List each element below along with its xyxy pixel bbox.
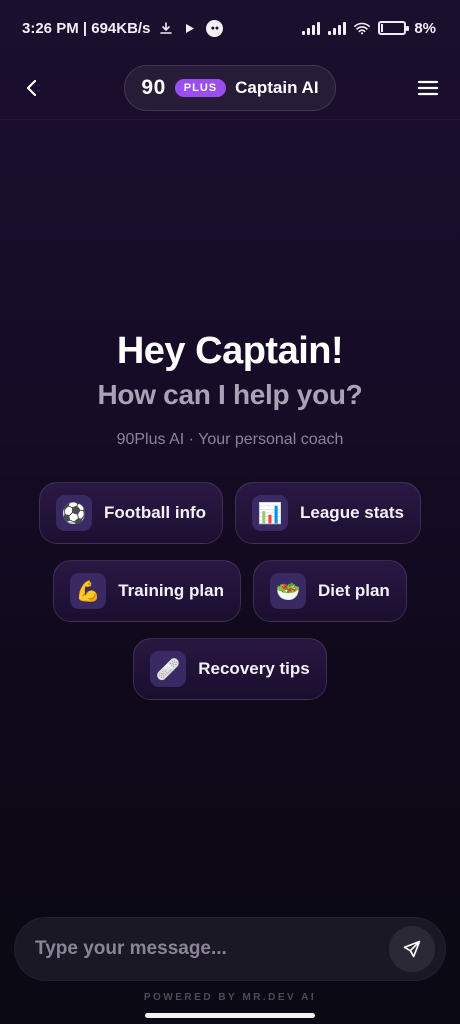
chip-label: Football info (104, 503, 207, 522)
app-header: 90 PLUS Captain AI (0, 56, 460, 120)
plus-badge: PLUS (174, 78, 227, 97)
send-button[interactable] (389, 926, 435, 972)
wifi-icon (354, 20, 371, 36)
page-title: Captain AI (235, 77, 319, 97)
salad-icon: 🥗 (270, 573, 306, 609)
chip-league-stats[interactable]: 📊 League stats (235, 482, 421, 544)
chip-diet-plan[interactable]: 🥗 Diet plan (253, 560, 407, 622)
play-icon (182, 20, 198, 36)
chip-label: Training plan (118, 581, 224, 600)
download-icon (158, 20, 174, 36)
battery-charging-icon (378, 21, 410, 35)
brand-number: 90 (141, 75, 166, 99)
chip-football-info[interactable]: ⚽ Football info (39, 482, 224, 544)
chip-training-plan[interactable]: 💪 Training plan (53, 560, 241, 622)
status-bar: 3:26 PM | 694KB/s ●● 8% (0, 0, 460, 56)
help-question: How can I help you? (97, 379, 363, 410)
chip-label: Recovery tips (198, 659, 310, 678)
suggestion-chips: ⚽ Football info 📊 League stats 💪 Trainin… (0, 482, 460, 716)
chip-label: League stats (300, 503, 404, 522)
message-composer (14, 917, 446, 981)
powered-by-label: POWERED BY MR.DEV AI (143, 992, 317, 1003)
composer-bar: POWERED BY MR.DEV AI (0, 905, 460, 1024)
chip-recovery-tips[interactable]: 🩹 Recovery tips (133, 638, 327, 700)
home-indicator[interactable] (145, 1013, 315, 1018)
bandage-icon: 🩹 (150, 651, 187, 687)
back-chevron-icon[interactable] (20, 76, 44, 100)
chip-label: Diet plan (318, 581, 390, 600)
status-time: 3:26 PM | 694KB/s (22, 19, 151, 37)
signal-icon (328, 21, 347, 35)
greeting-heading: Hey Captain! (116, 330, 344, 372)
title-pill[interactable]: 90 PLUS Captain AI (124, 64, 336, 111)
hamburger-menu-icon[interactable] (416, 76, 440, 100)
battery-percent: 8% (414, 19, 436, 37)
flexed-biceps-icon: 💪 (70, 573, 107, 609)
message-input[interactable] (35, 938, 389, 960)
app-badge-icon: ●● (206, 19, 224, 37)
soccer-ball-icon: ⚽ (56, 495, 93, 531)
bar-chart-icon: 📊 (252, 495, 289, 531)
coach-subtitle: 90Plus AI · Your personal coach (116, 431, 344, 448)
welcome-section: Hey Captain! How can I help you? 90Plus … (0, 330, 460, 449)
signal-icon (302, 21, 321, 35)
send-icon (403, 940, 421, 958)
